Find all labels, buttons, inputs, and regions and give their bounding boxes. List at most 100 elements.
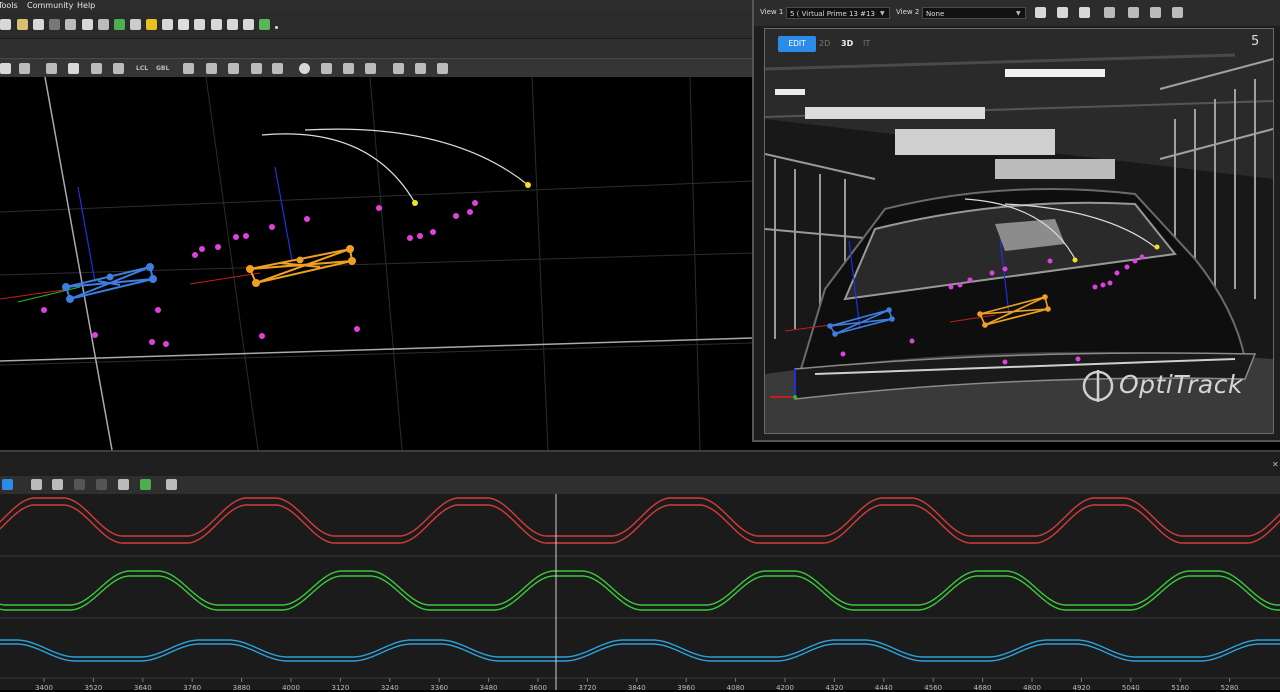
tick-label: 3400 [35,684,53,690]
camera-view-pane: View 1 5 ( Virtual Prime 13 #13 ▼ View 2… [752,0,1280,442]
panel-5-icon[interactable] [259,19,270,30]
marker-a-icon[interactable] [1128,7,1139,18]
marker-c-icon[interactable] [1172,7,1183,18]
tools-icon[interactable] [162,19,173,30]
camera-number: 5 [1251,34,1260,49]
watermark-text: OptiTrack [1119,370,1243,399]
frame-add-icon[interactable] [206,63,217,74]
skeleton-icon[interactable] [113,63,124,74]
rotate-icon[interactable] [68,63,79,74]
asset-icon[interactable] [251,63,262,74]
timeline-ticks: 3400 3520 3640 3760 3880 4000 3120 3240 3360 3480… [35,678,1239,692]
panel-3-icon[interactable] [227,19,238,30]
zoom-icon[interactable] [1035,7,1046,18]
3d-viewport[interactable] [0,76,753,451]
panel-1-icon[interactable] [194,19,205,30]
tools-icon[interactable] [166,479,177,490]
graph-mode-icon[interactable] [2,479,13,490]
record-icon[interactable] [33,19,44,30]
chevron-down-icon[interactable]: ▼ [1016,10,1021,17]
link-icon[interactable] [272,63,283,74]
marker-b-icon[interactable] [1150,7,1161,18]
tick-label: 4440 [875,684,893,690]
lcl-toggle[interactable]: LCL [136,65,148,72]
lock-icon[interactable] [1057,7,1068,18]
tracker-icon[interactable] [49,19,60,30]
mode-2d[interactable]: 2D [819,36,830,52]
panel-4-icon[interactable] [243,19,254,30]
mesh-icon[interactable] [65,19,76,30]
tick-label: 3520 [84,684,102,690]
menu-community[interactable]: Community [27,0,73,12]
solve-icon[interactable] [437,63,448,74]
tick-label: 4680 [974,684,992,690]
feather-icon[interactable] [98,19,109,30]
chevron-down-icon[interactable]: ▼ [880,10,885,17]
panel-2-icon[interactable] [211,19,222,30]
move-icon[interactable] [52,479,63,490]
axis-x-local [189,272,261,285]
curve-z[interactable] [0,643,1280,662]
tick-label: 3960 [677,684,695,690]
graph-fit-icon[interactable] [140,479,151,490]
curve-x[interactable] [0,504,1280,544]
select-icon[interactable] [19,63,30,74]
view-2-select[interactable]: None [922,7,1026,19]
frame-icon[interactable] [183,63,194,74]
split-view-icon[interactable] [1079,7,1090,18]
pen-icon[interactable] [393,63,404,74]
rigid-body-1[interactable] [62,263,157,303]
warning-icon[interactable] [146,19,157,30]
trajectory-2 [304,128,529,186]
camera-view-header: View 1 5 ( Virtual Prime 13 #13 ▼ View 2… [754,0,1280,26]
close-icon[interactable]: ✕ [1272,460,1279,469]
eye-icon[interactable] [299,63,310,74]
tick-label: 3600 [529,684,547,690]
marker-b-icon[interactable] [343,63,354,74]
devices-icon[interactable] [114,19,125,30]
curve-y[interactable] [0,570,1280,606]
axis-y-local [274,166,293,261]
toolbar-gap [0,39,752,58]
mode-3d[interactable]: 3D [841,36,853,52]
marker-c-icon[interactable] [365,63,376,74]
edit-mode-button[interactable]: EDIT [778,36,816,52]
snapshot-icon[interactable] [0,63,11,74]
axis-y-local [77,186,96,283]
grid-icon[interactable] [1104,7,1115,18]
camera-image[interactable]: EDIT 2D 3D IT 5 OptiTrack [764,28,1274,434]
pane-splitter[interactable]: ✕ [0,450,1280,478]
view-1-select[interactable]: 5 ( Virtual Prime 13 #13 [786,7,890,19]
mode-it[interactable]: IT [863,36,870,52]
axis-line-z [44,76,113,451]
marker-a-icon[interactable] [321,63,332,74]
walk-icon[interactable] [415,63,426,74]
gbl-toggle[interactable]: GBL [156,65,169,72]
graph-area[interactable]: 3400 3520 3640 3760 3880 4000 3120 3240 3360 3480… [0,494,1280,692]
curve-z[interactable] [0,639,1280,658]
overflow-icon[interactable] [275,26,278,29]
check-icon[interactable] [74,479,85,490]
ruler-icon[interactable] [178,19,189,30]
camera-icon[interactable] [0,19,11,30]
wand-icon[interactable] [17,19,28,30]
menu-help[interactable]: Help [77,0,95,12]
trajectory-endpoint [412,200,418,206]
ground-grid [0,76,753,451]
rigid-body-2[interactable] [246,245,356,287]
layers-icon[interactable] [130,19,141,30]
tick-label: 3760 [183,684,201,690]
tick-label: 3120 [331,684,349,690]
curve-x[interactable] [0,497,1280,537]
scale-icon[interactable] [91,63,102,74]
pencil-icon[interactable] [31,479,42,490]
tick-label: 4200 [776,684,794,690]
tick-label: 4320 [825,684,843,690]
frame-remove-icon[interactable] [228,63,239,74]
zoom-fit-icon[interactable] [118,479,129,490]
menu-tools[interactable]: Tools [0,0,18,12]
move-icon[interactable] [46,63,57,74]
person-icon[interactable] [82,19,93,30]
zoom-out-icon[interactable] [96,479,107,490]
axis-line-x [0,337,753,362]
